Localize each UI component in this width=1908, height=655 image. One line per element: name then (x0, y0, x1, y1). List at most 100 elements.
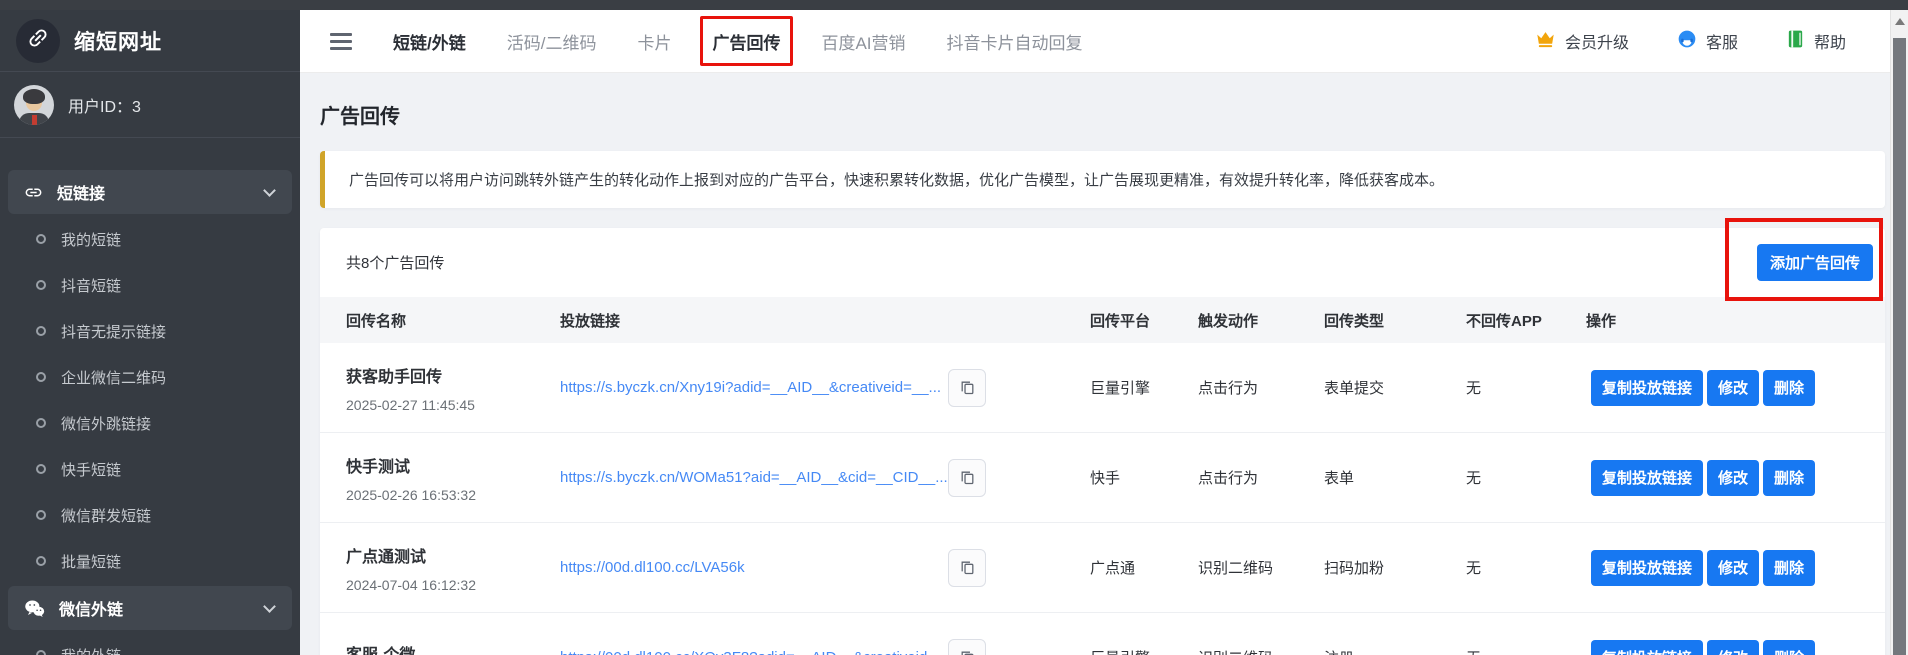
cell-actions: 复制投放链接 修改 删除 (1586, 460, 1885, 496)
cell-actions: 复制投放链接 修改 删除 (1586, 640, 1885, 655)
delete-button[interactable]: 删除 (1763, 640, 1815, 655)
nav-tabs: 短链/外链 活码/二维码 卡片 广告回传 百度AI营销 抖音卡片自动回复 (330, 29, 1083, 54)
tab-douyin-card-autoreply[interactable]: 抖音卡片自动回复 (947, 29, 1083, 54)
tab-livecode-qrcode[interactable]: 活码/二维码 (507, 29, 597, 54)
sidebar-item-kuaishou-shortlinks[interactable]: 快手短链 (0, 446, 300, 492)
delete-button[interactable]: 删除 (1763, 550, 1815, 586)
help-link[interactable]: 帮助 (1786, 29, 1846, 54)
cell-no-app: 无 (1466, 557, 1586, 578)
cell-no-app: 无 (1466, 647, 1586, 655)
nav-right: 会员升级 客服 帮助 (1535, 29, 1846, 54)
page-content: 广告回传 广告回传可以将用户访问跳转外链产生的转化动作上报到对应的广告平台，快速… (300, 100, 1890, 655)
sidebar-item-label: 快手短链 (61, 459, 121, 480)
col-header-platform: 回传平台 (1090, 310, 1198, 331)
cell-trigger: 点击行为 (1198, 467, 1324, 488)
col-header-trigger: 触发动作 (1198, 310, 1324, 331)
cell-no-app: 无 (1466, 377, 1586, 398)
callback-list-card: 共8个广告回传 添加广告回传 回传名称 投放链接 回传平台 触发动作 回传类型 … (320, 228, 1885, 655)
scrollbar-up-arrow-icon[interactable] (1895, 18, 1905, 25)
bullet-circle-icon (36, 510, 46, 520)
delete-button[interactable]: 删除 (1763, 460, 1815, 496)
sidebar-item-my-outlinks[interactable]: 我的外链 (0, 632, 300, 655)
wechat-icon (24, 599, 45, 618)
avatar-hair (23, 89, 45, 104)
help-label: 帮助 (1814, 29, 1846, 53)
copy-tracking-link-button[interactable]: 复制投放链接 (1591, 550, 1703, 586)
copy-tracking-link-button[interactable]: 复制投放链接 (1591, 460, 1703, 496)
sidebar-item-douyin-shortlinks[interactable]: 抖音短链 (0, 262, 300, 308)
scrollbar-thumb[interactable] (1893, 38, 1906, 655)
edit-button[interactable]: 修改 (1707, 640, 1759, 655)
table-row: 客服-个微 https://00d.dl100.cc/XQv3F8?adid=_… (320, 613, 1885, 655)
bullet-circle-icon (36, 556, 46, 566)
edit-button[interactable]: 修改 (1707, 550, 1759, 586)
tracking-link[interactable]: https://00d.dl100.cc/LVA56k (560, 559, 948, 576)
edit-button[interactable]: 修改 (1707, 460, 1759, 496)
callback-name: 获客助手回传 (346, 363, 560, 387)
edit-button[interactable]: 修改 (1707, 370, 1759, 406)
sidebar-item-wecom-qrcode[interactable]: 企业微信二维码 (0, 354, 300, 400)
copy-tracking-link-button[interactable]: 复制投放链接 (1591, 370, 1703, 406)
cell-type: 扫码加粉 (1324, 557, 1466, 578)
app-title: 缩短网址 (74, 26, 162, 56)
bullet-circle-icon (36, 464, 46, 474)
member-upgrade-label: 会员升级 (1565, 29, 1629, 53)
sidebar-user-row: 用户ID：3 (0, 72, 300, 138)
sidebar-group-shortlink[interactable]: 短链接 (8, 170, 292, 214)
cell-link: https://00d.dl100.cc/LVA56k (560, 549, 1090, 587)
app-window: 缩短网址 用户ID：3 短链接 我的短链 抖音短链 抖音无提示链接 企业微信二维 (0, 0, 1908, 655)
sidebar-item-wechat-jumplink[interactable]: 微信外跳链接 (0, 400, 300, 446)
sidebar-item-label: 抖音无提示链接 (61, 321, 166, 342)
member-upgrade-link[interactable]: 会员升级 (1535, 29, 1629, 53)
bullet-circle-icon (36, 418, 46, 428)
link-icon (26, 26, 50, 55)
card-toolbar: 共8个广告回传 添加广告回传 (320, 228, 1885, 297)
sidebar-item-batch-shortlinks[interactable]: 批量短链 (0, 538, 300, 584)
hamburger-menu-icon[interactable] (330, 33, 352, 50)
cell-type: 注册 (1324, 647, 1466, 655)
bullet-circle-icon (36, 372, 46, 382)
tab-ad-callback[interactable]: 广告回传 (712, 29, 780, 54)
copy-tracking-link-button[interactable]: 复制投放链接 (1591, 640, 1703, 655)
col-header-type: 回传类型 (1324, 310, 1466, 331)
customer-service-label: 客服 (1706, 29, 1738, 53)
annotation-box-add-button (1725, 218, 1883, 301)
sidebar-group-label: 微信外链 (59, 596, 123, 620)
callback-name: 快手测试 (346, 453, 560, 477)
info-banner: 广告回传可以将用户访问跳转外链产生的转化动作上报到对应的广告平台，快速积累转化数… (320, 151, 1885, 208)
tracking-link[interactable]: https://00d.dl100.cc/XQv3F8?adid=__AID__… (560, 649, 948, 655)
callback-name: 客服-个微 (346, 641, 560, 655)
sidebar-item-douyin-noprompt[interactable]: 抖音无提示链接 (0, 308, 300, 354)
tab-card[interactable]: 卡片 (637, 29, 671, 54)
tab-baidu-ai-marketing[interactable]: 百度AI营销 (821, 29, 905, 54)
customer-service-link[interactable]: 客服 (1677, 29, 1738, 54)
callback-date: 2024-07-04 16:12:32 (346, 577, 560, 593)
copy-icon[interactable] (948, 639, 986, 655)
copy-icon[interactable] (948, 369, 986, 407)
copy-icon[interactable] (948, 549, 986, 587)
table-row: 获客助手回传 2025-02-27 11:45:45 https://s.byc… (320, 343, 1885, 433)
sidebar-group-wechat-outlink[interactable]: 微信外链 (8, 586, 292, 630)
delete-button[interactable]: 删除 (1763, 370, 1815, 406)
sidebar-item-label: 批量短链 (61, 551, 121, 572)
cell-link: https://00d.dl100.cc/XQv3F8?adid=__AID__… (560, 639, 1090, 655)
cell-trigger: 点击行为 (1198, 377, 1324, 398)
bullet-circle-icon (36, 234, 46, 244)
info-banner-text: 广告回传可以将用户访问跳转外链产生的转化动作上报到对应的广告平台，快速积累转化数… (349, 169, 1444, 190)
copy-icon[interactable] (948, 459, 986, 497)
sidebar-item-wechat-group-send[interactable]: 微信群发短链 (0, 492, 300, 538)
tracking-link[interactable]: https://s.byczk.cn/Xny19i?adid=__AID__&c… (560, 379, 948, 396)
tracking-link[interactable]: https://s.byczk.cn/WOMa51?aid=__AID__&ci… (560, 469, 948, 486)
crown-icon (1535, 29, 1556, 53)
cell-platform: 快手 (1090, 467, 1198, 488)
book-icon (1786, 29, 1805, 54)
sidebar-item-my-shortlinks[interactable]: 我的短链 (0, 216, 300, 262)
tab-shortlink-outlink[interactable]: 短链/外链 (393, 29, 466, 54)
vertical-scrollbar[interactable] (1890, 10, 1908, 655)
cell-no-app: 无 (1466, 467, 1586, 488)
bullet-circle-icon (36, 280, 46, 290)
sidebar-item-label: 企业微信二维码 (61, 367, 166, 388)
cell-name: 获客助手回传 2025-02-27 11:45:45 (320, 363, 560, 413)
col-header-actions: 操作 (1586, 310, 1885, 331)
cell-link: https://s.byczk.cn/Xny19i?adid=__AID__&c… (560, 369, 1090, 407)
